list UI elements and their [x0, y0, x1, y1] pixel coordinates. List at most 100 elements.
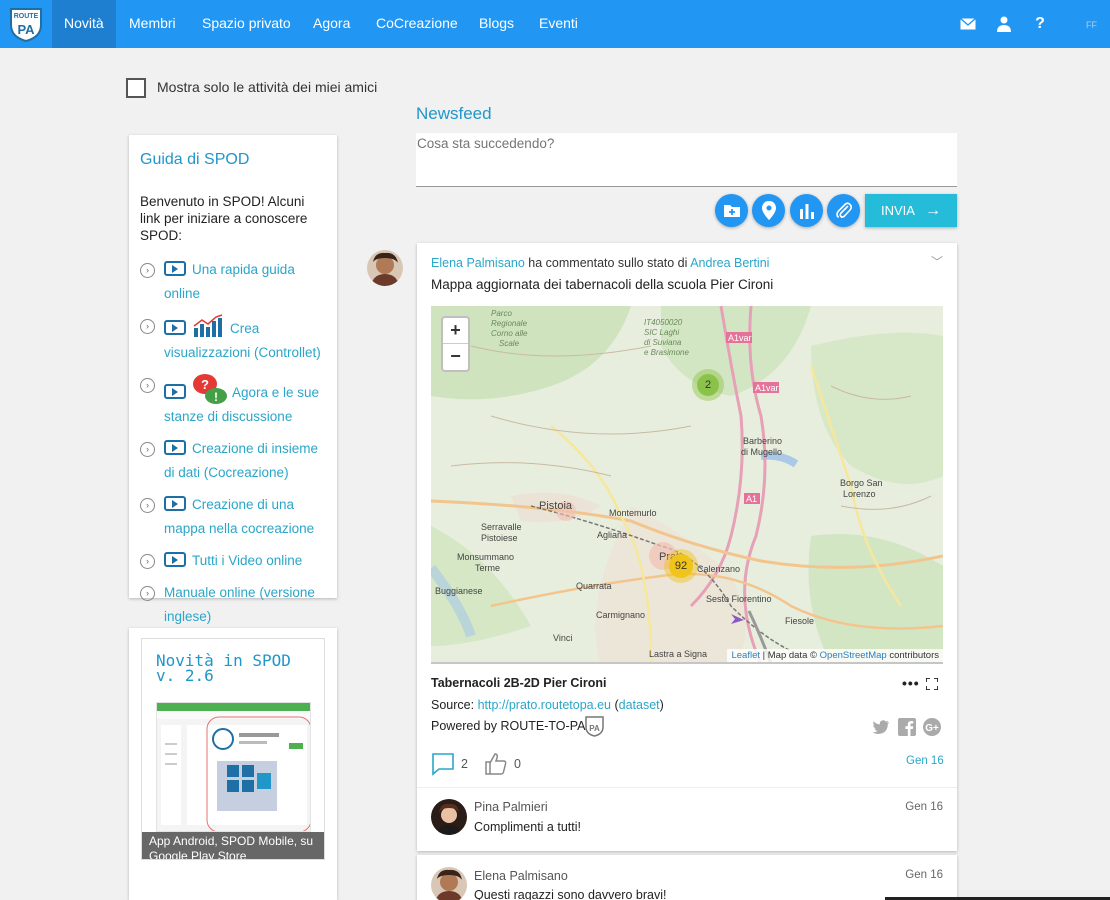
svg-text:Borgo San: Borgo San	[840, 478, 883, 488]
source-url-link[interactable]: http://prato.routetopa.eu	[478, 698, 611, 712]
send-button[interactable]: INVIA →	[865, 194, 957, 227]
like-icon[interactable]	[484, 752, 508, 776]
zoom-out-button[interactable]: −	[443, 344, 468, 370]
cluster-count: 92	[674, 560, 688, 572]
google-plus-icon[interactable]: G+	[923, 718, 941, 736]
comment-date: Gen 16	[905, 801, 943, 813]
nav-spazio-privato[interactable]: Spazio privato	[190, 0, 303, 48]
svg-text:?: ?	[201, 377, 209, 392]
chevron-right-icon: ›	[140, 319, 155, 334]
svg-text:PA: PA	[589, 724, 600, 733]
comment-text: Complimenti a tutti!	[474, 820, 581, 834]
svg-text:Terme: Terme	[475, 563, 500, 573]
zoom-in-button[interactable]: +	[443, 318, 468, 344]
post-author-link[interactable]: Elena Palmisano	[431, 256, 525, 270]
paperclip-icon	[835, 201, 852, 218]
guide-link-label[interactable]: Crea visualizzazioni (Controllet)	[164, 321, 321, 360]
leaflet-link[interactable]: Leaflet	[731, 650, 760, 661]
guide-link-manual[interactable]: › Manuale online (versione inglese)	[140, 581, 326, 629]
more-options-icon[interactable]: •••	[902, 675, 920, 691]
svg-text:Agliana: Agliana	[597, 530, 627, 540]
post2-author[interactable]: Elena Palmisano	[474, 869, 568, 883]
guide-link-label[interactable]: Agora e le sue stanze di discussione	[164, 385, 319, 424]
chevron-down-icon[interactable]: ﹀	[931, 253, 943, 270]
add-folder-button[interactable]	[715, 194, 748, 227]
svg-text:SIC Laghi: SIC Laghi	[644, 328, 679, 337]
facebook-icon[interactable]	[898, 718, 916, 736]
help-icon[interactable]: ?	[1030, 14, 1050, 34]
comment-divider	[417, 787, 957, 788]
corner-text: FF	[1086, 20, 1097, 30]
attach-button[interactable]	[827, 194, 860, 227]
post-date[interactable]: Gen 16	[906, 755, 944, 767]
svg-text:!: !	[214, 390, 218, 404]
activity-post: Elena Palmisano ha commentato sullo stat…	[417, 243, 957, 851]
nav-membri[interactable]: Membri	[117, 0, 188, 48]
news-slide[interactable]: Novità in SPOD v. 2.6 App Android, SPOD …	[141, 638, 325, 860]
guide-link-agora[interactable]: › ? ! Agora e le sue stanze di discussio…	[140, 373, 326, 429]
svg-text:di Suviana: di Suviana	[644, 338, 682, 347]
guide-link-cocreation[interactable]: › Creazione di insieme di dati (Cocreazi…	[140, 437, 326, 485]
nav-agora[interactable]: Agora	[301, 0, 362, 48]
guide-intro: Benvenuto in SPOD! Alcuni link per inizi…	[140, 194, 308, 243]
twitter-icon[interactable]	[872, 718, 890, 736]
user-icon[interactable]	[994, 14, 1014, 34]
news-caption: App Android, SPOD Mobile, su Google Play…	[142, 832, 324, 859]
activity-post-2: Elena Palmisano Questi ragazzi sono davv…	[417, 855, 957, 900]
reactions-bar: 2 0	[431, 751, 521, 777]
post2-date: Gen 16	[905, 869, 943, 881]
guide-link-all-videos[interactable]: › Tutti i Video online	[140, 549, 326, 573]
svg-text:Regionale: Regionale	[491, 319, 528, 328]
svg-text:Vinci: Vinci	[553, 633, 572, 643]
comments-count: 2	[461, 757, 468, 771]
svg-text:Monsummano: Monsummano	[457, 552, 514, 562]
guide-link-quick-guide[interactable]: › Una rapida guida online	[140, 258, 326, 306]
guide-link-visualizations[interactable]: › Crea visualizzazioni (Controllet)	[140, 314, 326, 365]
friends-only-checkbox[interactable]	[126, 78, 146, 98]
guide-link-label[interactable]: Manuale online (versione inglese)	[164, 585, 315, 624]
fullscreen-icon[interactable]	[926, 678, 938, 690]
dataset-link[interactable]: dataset	[619, 698, 660, 712]
location-pin-icon	[761, 201, 776, 220]
map-cluster-marker[interactable]: 92	[664, 549, 698, 583]
map-cluster-marker[interactable]: 2	[692, 369, 724, 401]
post-target-link[interactable]: Andrea Bertini	[690, 256, 769, 270]
avatar-pina-palmieri[interactable]	[431, 799, 467, 835]
post2-text: Questi ragazzi sono davvero bravi!	[474, 888, 667, 900]
svg-text:Fiesole: Fiesole	[785, 616, 814, 626]
status-input[interactable]	[416, 133, 957, 187]
svg-text:Serravalle: Serravalle	[481, 522, 522, 532]
osm-link[interactable]: OpenStreetMap	[820, 650, 887, 661]
likes-count: 0	[513, 757, 521, 771]
guide-link-label[interactable]: Creazione di insieme di dati (Cocreazion…	[164, 441, 318, 480]
comment-icon[interactable]	[431, 752, 455, 776]
svg-text:e Brasimone: e Brasimone	[644, 348, 689, 357]
guide-link-map-cocreation[interactable]: › Creazione di una mappa nella cocreazio…	[140, 493, 326, 541]
route-to-pa-logo[interactable]: ROUTE PA	[6, 5, 46, 43]
mail-icon[interactable]	[958, 14, 978, 34]
map-zoom-control: + −	[441, 316, 470, 372]
nav-novita[interactable]: Novità	[52, 0, 116, 48]
post-action-text: ha commentato sullo stato di	[528, 256, 688, 270]
guide-title: Guida di SPOD	[140, 151, 250, 168]
top-navbar: ROUTE PA Novità Membri Spazio privato Ag…	[0, 0, 1110, 48]
nav-eventi[interactable]: Eventi	[527, 0, 590, 48]
source-label: Source:	[431, 698, 475, 712]
avatar-elena-palmisano[interactable]	[367, 250, 403, 286]
svg-text:Corno alle: Corno alle	[491, 329, 528, 338]
avatar-elena-palmisano[interactable]	[431, 867, 467, 900]
add-location-button[interactable]	[752, 194, 785, 227]
svg-text:Sesto Fiorentino: Sesto Fiorentino	[706, 594, 772, 604]
spod-news-card: Novità in SPOD v. 2.6 App Android, SPOD …	[129, 628, 337, 900]
arrow-right-icon: →	[924, 201, 941, 219]
nav-cocreazione[interactable]: CoCreazione	[364, 0, 470, 48]
chevron-right-icon: ›	[140, 442, 155, 457]
nav-blogs[interactable]: Blogs	[467, 0, 526, 48]
guide-link-label[interactable]: Creazione di una mappa nella cocreazione	[164, 497, 314, 536]
svg-text:A1var: A1var	[755, 383, 779, 393]
friends-only-label: Mostra solo le attività dei miei amici	[157, 79, 378, 95]
comment-author[interactable]: Pina Palmieri	[474, 800, 548, 814]
map-view[interactable]: Pistoia Prato Montemurlo Agliana Calenza…	[431, 306, 943, 664]
add-chart-button[interactable]	[790, 194, 823, 227]
guide-link-label[interactable]: Tutti i Video online	[192, 553, 302, 568]
